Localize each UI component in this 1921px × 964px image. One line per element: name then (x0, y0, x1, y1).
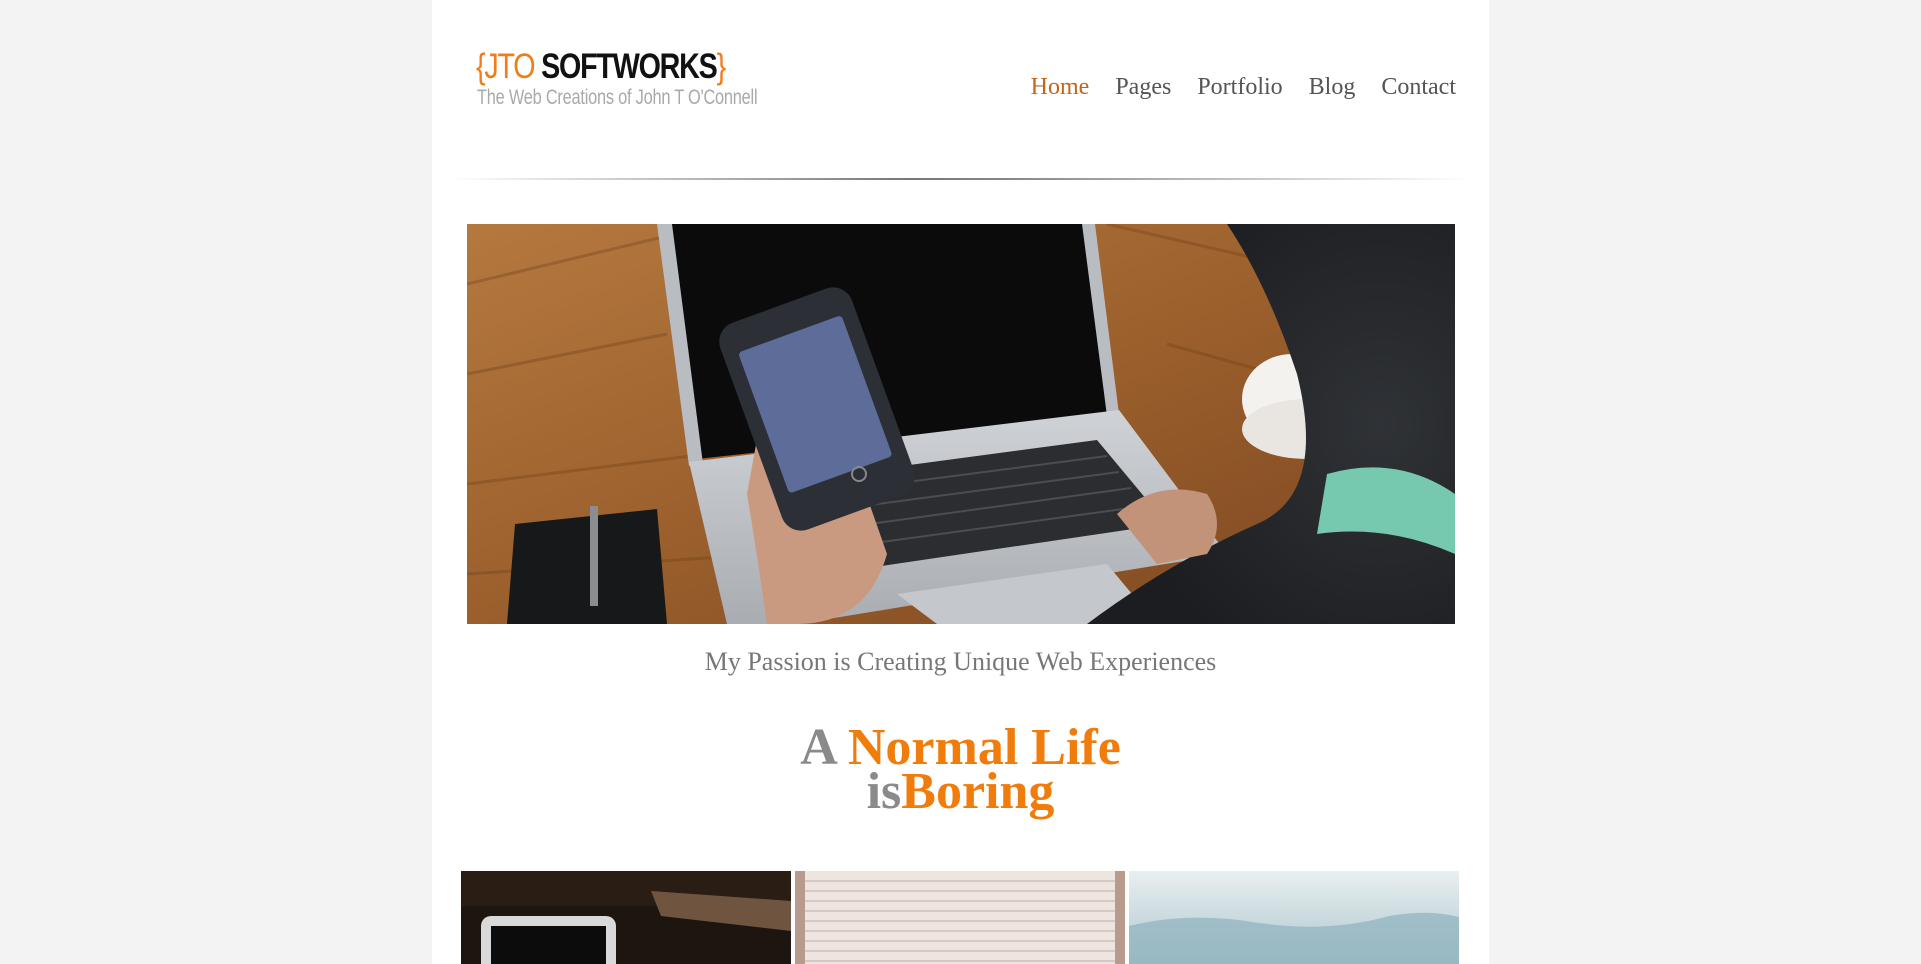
hero-image (467, 224, 1455, 624)
header-divider (450, 178, 1470, 180)
thumbnail-sky[interactable] (1129, 871, 1459, 964)
nav-blog[interactable]: Blog (1309, 73, 1356, 101)
site-tagline: The Web Creations of John T O'Connell (477, 86, 758, 109)
headline-a: A (800, 719, 848, 776)
headline-boring: Boring (901, 763, 1055, 820)
headline: A Normal Life isBoring (432, 722, 1489, 818)
logo-close-brace: } (716, 47, 727, 86)
main-nav: Home Pages Portfolio Blog Contact (1005, 73, 1456, 101)
logo-jto: JTO (484, 47, 535, 86)
nav-portfolio[interactable]: Portfolio (1197, 73, 1282, 101)
logo-softworks: SOFTWORKS (534, 47, 718, 86)
nav-contact[interactable]: Contact (1381, 73, 1456, 101)
hero-caption: My Passion is Creating Unique Web Experi… (704, 647, 1217, 676)
headline-is: is (866, 763, 902, 820)
site-logo[interactable]: {JTO SOFTWORKS} (476, 47, 727, 87)
logo-open-brace: { (476, 47, 486, 86)
nav-home[interactable]: Home (1031, 73, 1090, 101)
page-container: {JTO SOFTWORKS} The Web Creations of Joh… (432, 0, 1489, 964)
nav-pages[interactable]: Pages (1115, 73, 1171, 101)
thumbnail-grid (461, 871, 1461, 964)
thumbnail-blinds[interactable] (795, 871, 1125, 964)
thumbnail-laptop[interactable] (461, 871, 791, 964)
headline-line-2: isBoring (432, 766, 1489, 818)
